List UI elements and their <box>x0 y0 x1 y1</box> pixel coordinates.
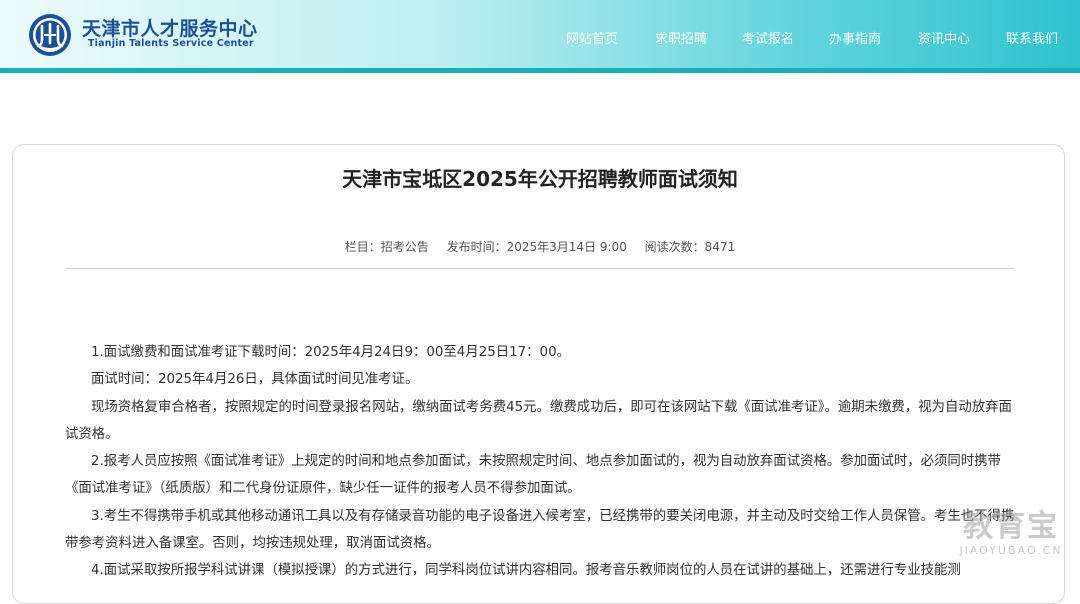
meta-divider <box>66 268 1014 269</box>
nav-item-jobs[interactable]: 求职招聘 <box>655 31 707 48</box>
meta-published: 发布时间：2025年3月14日 9:00 <box>446 240 627 254</box>
article-title: 天津市宝坻区2025年公开招聘教师面试须知 <box>342 167 738 191</box>
meta-views: 阅读次数：8471 <box>644 240 736 254</box>
article-paragraph: 1.面试缴费和面试准考证下载时间：2025年4月24日9：00至4月25日17：… <box>91 345 570 360</box>
nav-item-news[interactable]: 资讯中心 <box>918 31 970 48</box>
article-meta: 栏目：招考公告 发布时间：2025年3月14日 9:00 阅读次数：8471 <box>0 238 1080 255</box>
nav-item-exam-registration[interactable]: 考试报名 <box>742 31 794 48</box>
article-paragraph: 面试时间：2025年4月26日，具体面试时间见准考证。 <box>91 372 419 388</box>
nav-item-guide[interactable]: 办事指南 <box>829 31 881 48</box>
article-body: 1.面试缴费和面试准考证下载时间：2025年4月24日9：00至4月25日17：… <box>65 339 1015 585</box>
nav-item-home[interactable]: 网站首页 <box>566 31 618 48</box>
meta-column: 栏目：招考公告 <box>344 240 429 254</box>
article-paragraph: 3.考生不得携带手机或其他移动通讯工具以及有存储录音功能的电子设备进入候考室，已… <box>65 508 1015 552</box>
main-nav: 网站首页 求职招聘 考试报名 办事指南 资讯中心 联系我们 <box>0 31 1080 51</box>
article-paragraph: 4.面试采取按所报学科试讲课（模拟授课）的方式进行，同学科岗位试讲内容相同。报考… <box>91 563 961 579</box>
nav-item-contact[interactable]: 联系我们 <box>1006 31 1058 48</box>
article-paragraph: 现场资格复审合格者，按照规定的时间登录报名网站，缴纳面试考务费45元。缴费成功后… <box>65 399 1012 442</box>
site-header: 天津市人才服务中心 Tianjin Talents Service Center… <box>0 0 1080 68</box>
article-paragraph: 2.报考人员应按照《面试准考证》上规定的时间和地点参加面试，未按照规定时间、地点… <box>65 454 1001 497</box>
header-accent-bar <box>0 68 1080 73</box>
